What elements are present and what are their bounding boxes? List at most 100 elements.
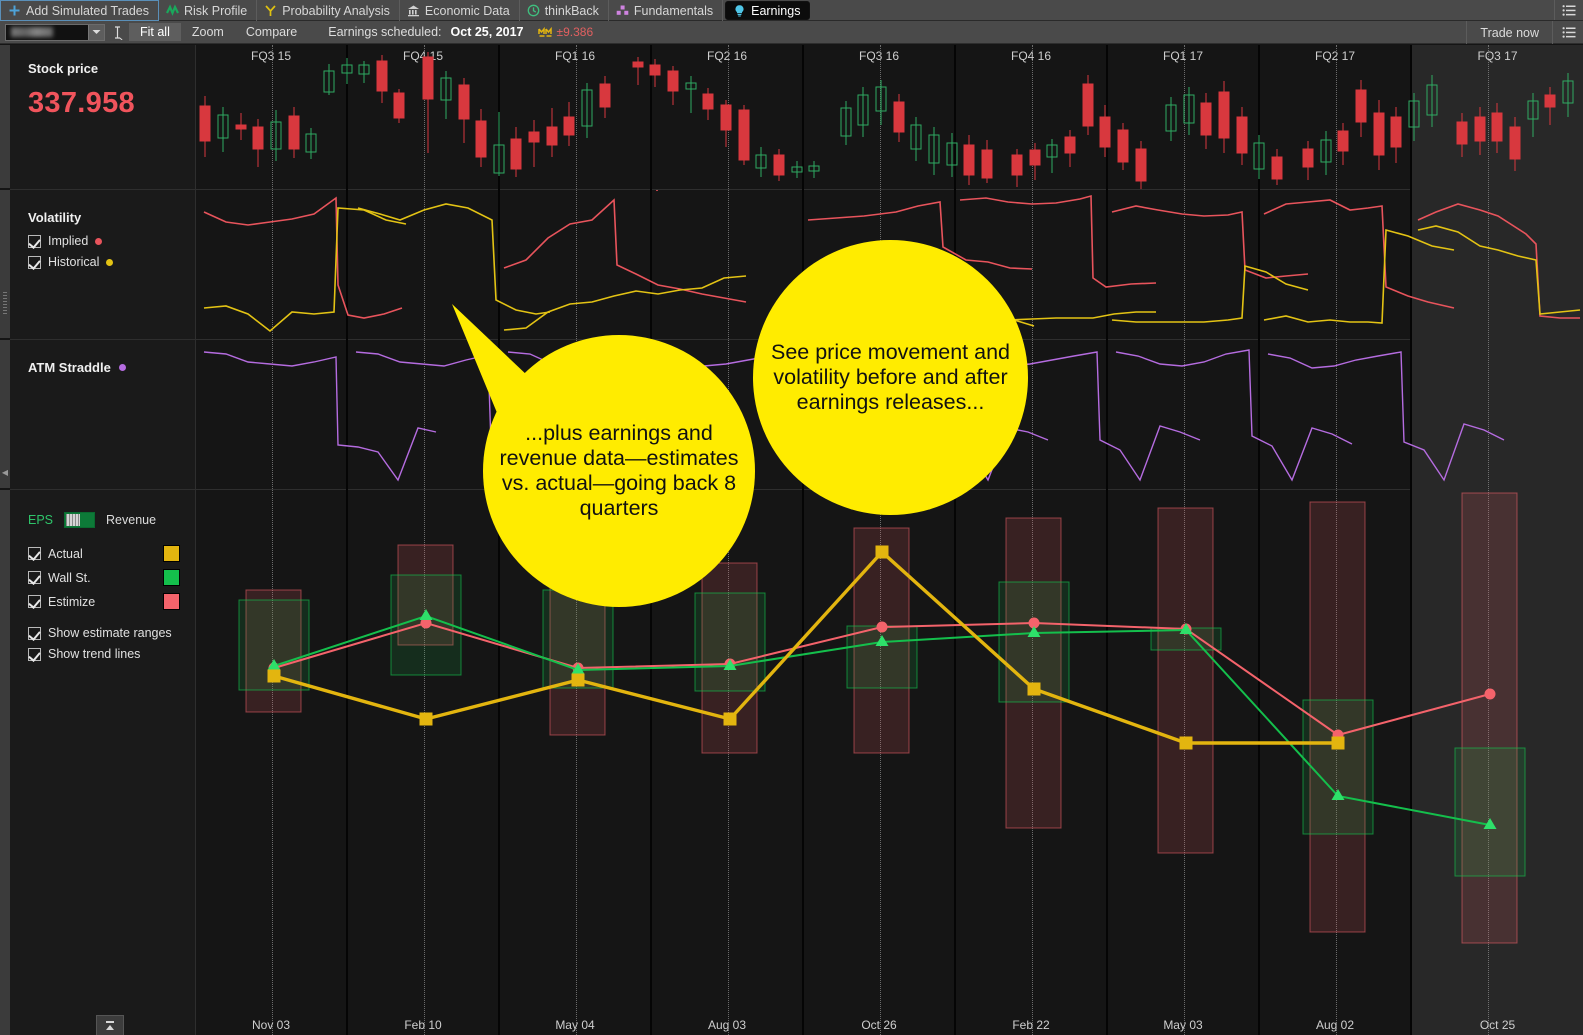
atm-straddle-color-dot [118, 364, 126, 371]
volatility-historical-row[interactable]: Historical [28, 255, 195, 269]
collapse-up-icon [103, 1019, 117, 1032]
stock-price-title: Stock price [28, 61, 99, 76]
implied-label: Implied [48, 234, 89, 248]
historical-color-dot [106, 258, 114, 266]
earnings-analysis-window: Add Simulated Trades Risk Profile Probab… [0, 0, 1583, 1035]
expected-move-icon [537, 26, 553, 39]
tab-label: thinkBack [544, 3, 599, 18]
tab-risk-profile[interactable]: Risk Profile [159, 0, 258, 21]
estimize-checkbox[interactable] [28, 595, 41, 608]
quarter-column-fq3-15[interactable]: FQ3 15 Nov 03 [196, 45, 348, 1035]
estimize-color-swatch [163, 593, 180, 610]
collapse-panel-button[interactable] [96, 1015, 124, 1035]
show-trend-lines-checkbox[interactable] [28, 647, 41, 661]
tab-label: Risk Profile [184, 3, 248, 18]
earnings-date-value: Oct 25, 2017 [450, 25, 524, 39]
quarter-label: FQ1 16 [554, 49, 596, 63]
quarter-column-fq4-15[interactable]: FQ4 15 Feb 10 [348, 45, 500, 1035]
quarter-column-fq2-17[interactable]: FQ2 17 Aug 02 [1260, 45, 1412, 1035]
quarter-column-fq4-16[interactable]: FQ4 16 Feb 22 [956, 45, 1108, 1035]
implied-color-dot [95, 237, 103, 245]
chevron-down-icon[interactable] [88, 24, 104, 40]
compare-button[interactable]: Compare [235, 23, 308, 41]
actual-checkbox[interactable] [28, 547, 41, 560]
series-wallst-row[interactable]: Wall St. [28, 569, 180, 586]
tab-fundamentals[interactable]: Fundamentals [609, 0, 724, 21]
toolbar-options-button[interactable] [1555, 21, 1583, 44]
show-trend-lines-row[interactable]: Show trend lines [28, 647, 195, 661]
actual-label: Actual [48, 546, 83, 561]
volatility-implied-row[interactable]: Implied [28, 234, 195, 248]
fit-all-button[interactable]: Fit all [129, 23, 181, 41]
main-tab-bar: Add Simulated Trades Risk Profile Probab… [0, 0, 1583, 21]
series-actual-row[interactable]: Actual [28, 545, 180, 562]
show-estimate-ranges-row[interactable]: Show estimate ranges [28, 626, 195, 640]
tab-probability-analysis[interactable]: Probability Analysis [257, 0, 400, 21]
quarter-column-fq1-17[interactable]: FQ1 17 May 03 [1108, 45, 1260, 1035]
date-label: Feb 10 [404, 1018, 442, 1032]
atm-straddle-legend-panel: ATM Straddle [10, 340, 196, 489]
expected-move-value: ±9.386 [556, 25, 594, 39]
left-splitter-gutter[interactable]: ◀ [0, 45, 10, 1035]
collapse-left-icon[interactable]: ◀ [1, 465, 9, 479]
earnings-main-area: ◀ Stock price 337.958 Volatility Implied… [0, 45, 1583, 1035]
wallst-checkbox[interactable] [28, 571, 41, 584]
quarter-label: FQ3 15 [250, 49, 292, 63]
tab-thinkback[interactable]: thinkBack [520, 0, 609, 21]
toggle-switch[interactable] [64, 512, 96, 528]
zoom-button[interactable]: Zoom [181, 23, 235, 41]
tab-economic-data[interactable]: Economic Data [400, 0, 520, 21]
toggle-revenue-label[interactable]: Revenue [106, 513, 156, 527]
earnings-toolbar: Fit all Zoom Compare Earnings scheduled:… [0, 21, 1583, 44]
window-menu-button[interactable] [1555, 0, 1583, 20]
quarter-column-fq3-16[interactable]: FQ3 16 Oct 26 [804, 45, 956, 1035]
date-label: Nov 03 [251, 1018, 291, 1032]
quarter-label: FQ2 17 [1314, 49, 1356, 63]
date-label: May 04 [555, 1018, 595, 1032]
callout-text: ...plus earnings and revenue data—estima… [499, 421, 739, 520]
series-estimize-row[interactable]: Estimize [28, 593, 180, 610]
clock-rewind-icon [527, 4, 540, 17]
stock-price-legend-panel: Stock price 337.958 [10, 45, 196, 189]
implied-checkbox[interactable] [28, 234, 41, 248]
tab-add-simulated-trades[interactable]: Add Simulated Trades [0, 0, 159, 21]
probability-fork-icon [264, 4, 277, 17]
chain-link-icon[interactable] [107, 25, 127, 40]
toggle-eps-label[interactable]: EPS [28, 513, 53, 527]
plus-icon [8, 4, 21, 17]
tab-label: Fundamentals [633, 3, 714, 18]
tab-label: Economic Data [424, 3, 510, 18]
earnings-legend-panel: EPS Revenue Actual Wall St. Estimize Sho… [10, 490, 196, 1035]
volatility-title: Volatility [28, 210, 82, 225]
date-label: May 03 [1163, 1018, 1203, 1032]
risk-profile-icon [166, 4, 179, 17]
tab-label: Probability Analysis [282, 3, 390, 18]
hamburger-list-icon [1562, 26, 1577, 39]
eps-revenue-toggle[interactable]: EPS Revenue [28, 512, 195, 528]
symbol-value-redacted [11, 27, 53, 37]
quarter-label: FQ2 16 [706, 49, 748, 63]
quarter-label: FQ3 17 [1477, 49, 1518, 63]
date-label: Feb 22 [1012, 1018, 1050, 1032]
tab-earnings[interactable]: Earnings [725, 1, 811, 20]
date-label: Aug 02 [1315, 1018, 1355, 1032]
actual-color-swatch [163, 545, 180, 562]
tab-label: Earnings [751, 3, 801, 18]
historical-checkbox[interactable] [28, 255, 41, 269]
quarter-label: FQ1 17 [1162, 49, 1204, 63]
symbol-input[interactable] [5, 23, 105, 41]
date-label: Oct 26 [861, 1018, 897, 1032]
wallst-color-swatch [163, 569, 180, 586]
wallst-label: Wall St. [48, 570, 91, 585]
quarter-label: FQ4 15 [402, 49, 444, 63]
quarter-label: FQ3 16 [858, 49, 900, 63]
trade-now-button[interactable]: Trade now [1466, 21, 1553, 44]
quarter-column-fq3-17[interactable]: FQ3 17 Oct 25 [1412, 45, 1583, 1035]
callout-price-volatility: See price movement and volatility before… [753, 240, 1028, 515]
show-estimate-ranges-checkbox[interactable] [28, 626, 41, 640]
splitter-grip[interactable] [3, 292, 7, 314]
show-estimate-ranges-label: Show estimate ranges [48, 626, 172, 640]
lightbulb-icon [733, 4, 746, 17]
earnings-scheduled-label: Earnings scheduled: [328, 25, 442, 39]
tabbar-spacer [812, 0, 1555, 20]
